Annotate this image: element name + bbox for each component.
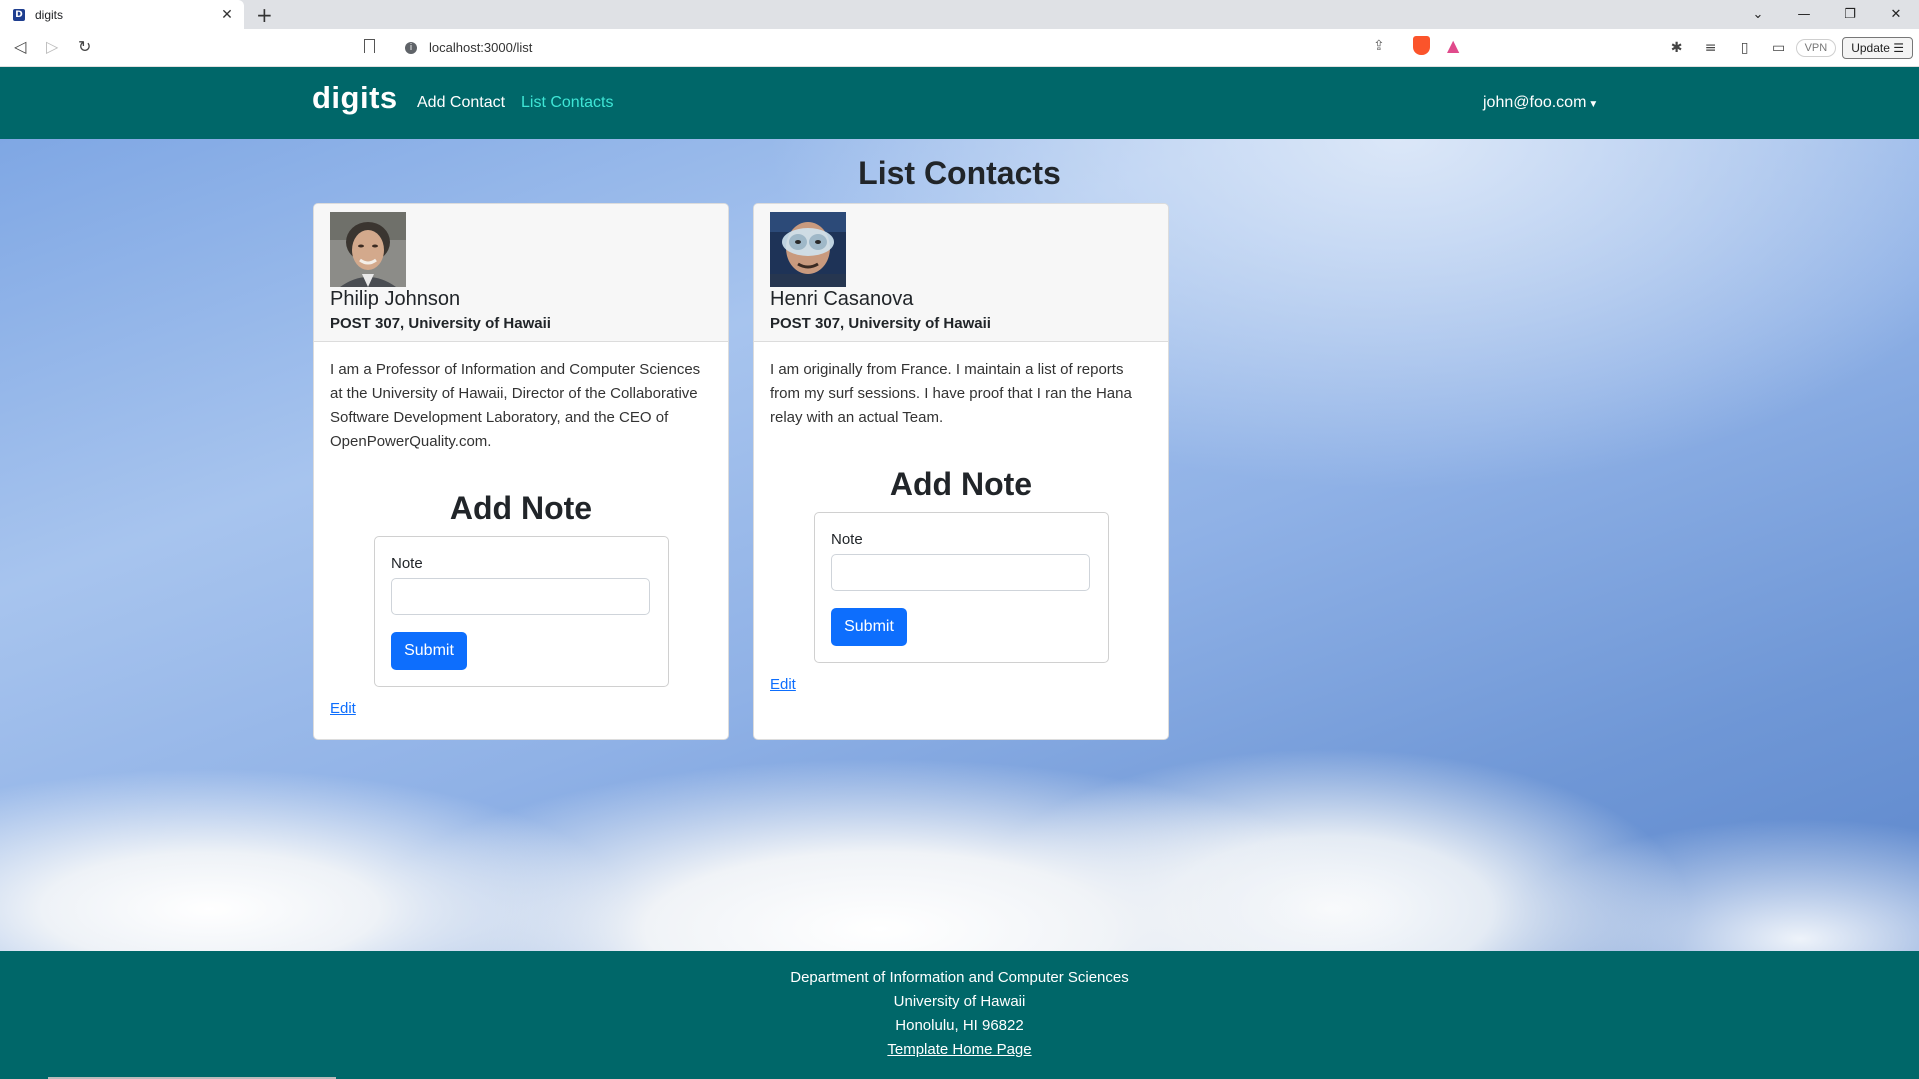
note-label: Note [391,555,423,572]
contact-description: I am originally from France. I maintain … [770,361,1132,426]
note-input[interactable] [831,554,1090,591]
site-footer: Department of Information and Computer S… [0,951,1919,1079]
toolbar-right-icons: ✱ ≡ ▯ ▭ VPN Update ☰ [1660,34,1919,61]
minimize-icon[interactable]: — [1781,0,1827,29]
url-text[interactable]: localhost:3000/list [429,40,532,55]
note-input[interactable] [391,578,650,615]
contact-name: Henri Casanova [770,288,914,310]
wallet-icon[interactable]: ▭ [1762,40,1796,56]
add-note-form: Note Submit [374,536,669,687]
update-button[interactable]: Update ☰ [1842,36,1913,59]
user-dropdown[interactable]: john@foo.com ▼ [1483,94,1598,112]
address-bar[interactable]: i localhost:3000/list [355,34,1445,61]
reload-icon[interactable]: ↻ [78,37,91,56]
nav-add-contact[interactable]: Add Contact [417,94,505,112]
tab-search-icon[interactable]: ⌄ [1735,0,1781,29]
nav-list-contacts[interactable]: List Contacts [521,94,613,112]
user-email: john@foo.com [1483,94,1587,111]
share-icon[interactable]: ⇪ [1373,38,1385,54]
vpn-button[interactable]: VPN [1795,38,1837,57]
card-header: Philip Johnson POST 307, University of H… [314,204,728,342]
web-page: digits Add Contact List Contacts john@fo… [0,67,1919,1079]
browser-tabstrip: D digits ✕ + ⌄ — ❐ ✕ [0,0,1919,29]
add-note-heading: Add Note [889,466,1033,502]
new-tab-icon[interactable]: + [256,3,273,27]
submit-button[interactable]: Submit [391,632,467,670]
site-info-icon[interactable]: i [405,41,417,54]
restore-icon[interactable]: ❐ [1827,0,1873,29]
tab-title: digits [35,7,64,22]
avatar [330,212,406,287]
brave-shields-icon[interactable] [1413,36,1430,55]
contact-card: Henri Casanova POST 307, University of H… [753,203,1169,740]
contact-card: Philip Johnson POST 307, University of H… [313,203,729,740]
close-tab-icon[interactable]: ✕ [218,7,236,23]
update-label: Update [1851,40,1890,55]
contact-address: POST 307, University of Hawaii [770,315,991,332]
edit-link[interactable]: Edit [770,676,796,693]
contact-name: Philip Johnson [330,288,461,310]
extensions-icon[interactable]: ✱ [1660,40,1694,56]
submit-button[interactable]: Submit [831,608,907,646]
window-controls: ⌄ — ❐ ✕ [1735,0,1919,29]
footer-city: Honolulu, HI 96822 [895,1017,1024,1034]
browser-tab[interactable]: D digits ✕ [0,0,244,29]
page-title: List Contacts [858,155,1061,191]
forward-icon[interactable]: ▷ [46,37,58,56]
add-note-form: Note Submit [814,512,1109,663]
footer-department: Department of Information and Computer S… [790,969,1129,986]
close-window-icon[interactable]: ✕ [1873,0,1919,29]
card-header: Henri Casanova POST 307, University of H… [754,204,1168,342]
brave-rewards-icon[interactable]: ▲ [1447,36,1459,55]
template-home-link[interactable]: Template Home Page [887,1041,1031,1058]
contact-description: I am a Professor of Information and Comp… [330,361,701,450]
note-label: Note [831,531,863,548]
avatar [770,212,846,287]
site-favicon-icon: D [13,8,25,21]
caret-down-icon: ▼ [1588,99,1599,110]
contact-address: POST 307, University of Hawaii [330,315,551,332]
back-icon[interactable]: ◁ [14,37,26,56]
reading-list-icon[interactable]: ≡ [1694,40,1728,56]
edit-link[interactable]: Edit [330,700,356,717]
add-note-heading: Add Note [449,490,593,526]
footer-university: University of Hawaii [893,993,1026,1010]
site-navbar: digits Add Contact List Contacts john@fo… [0,67,1919,139]
browser-toolbar: ◁ ▷ ↻ i localhost:3000/list ⇪ ▲ ✱ ≡ ▯ ▭ … [0,29,1919,67]
sidebar-icon[interactable]: ▯ [1728,40,1762,56]
brand-logo[interactable]: digits [312,80,398,116]
